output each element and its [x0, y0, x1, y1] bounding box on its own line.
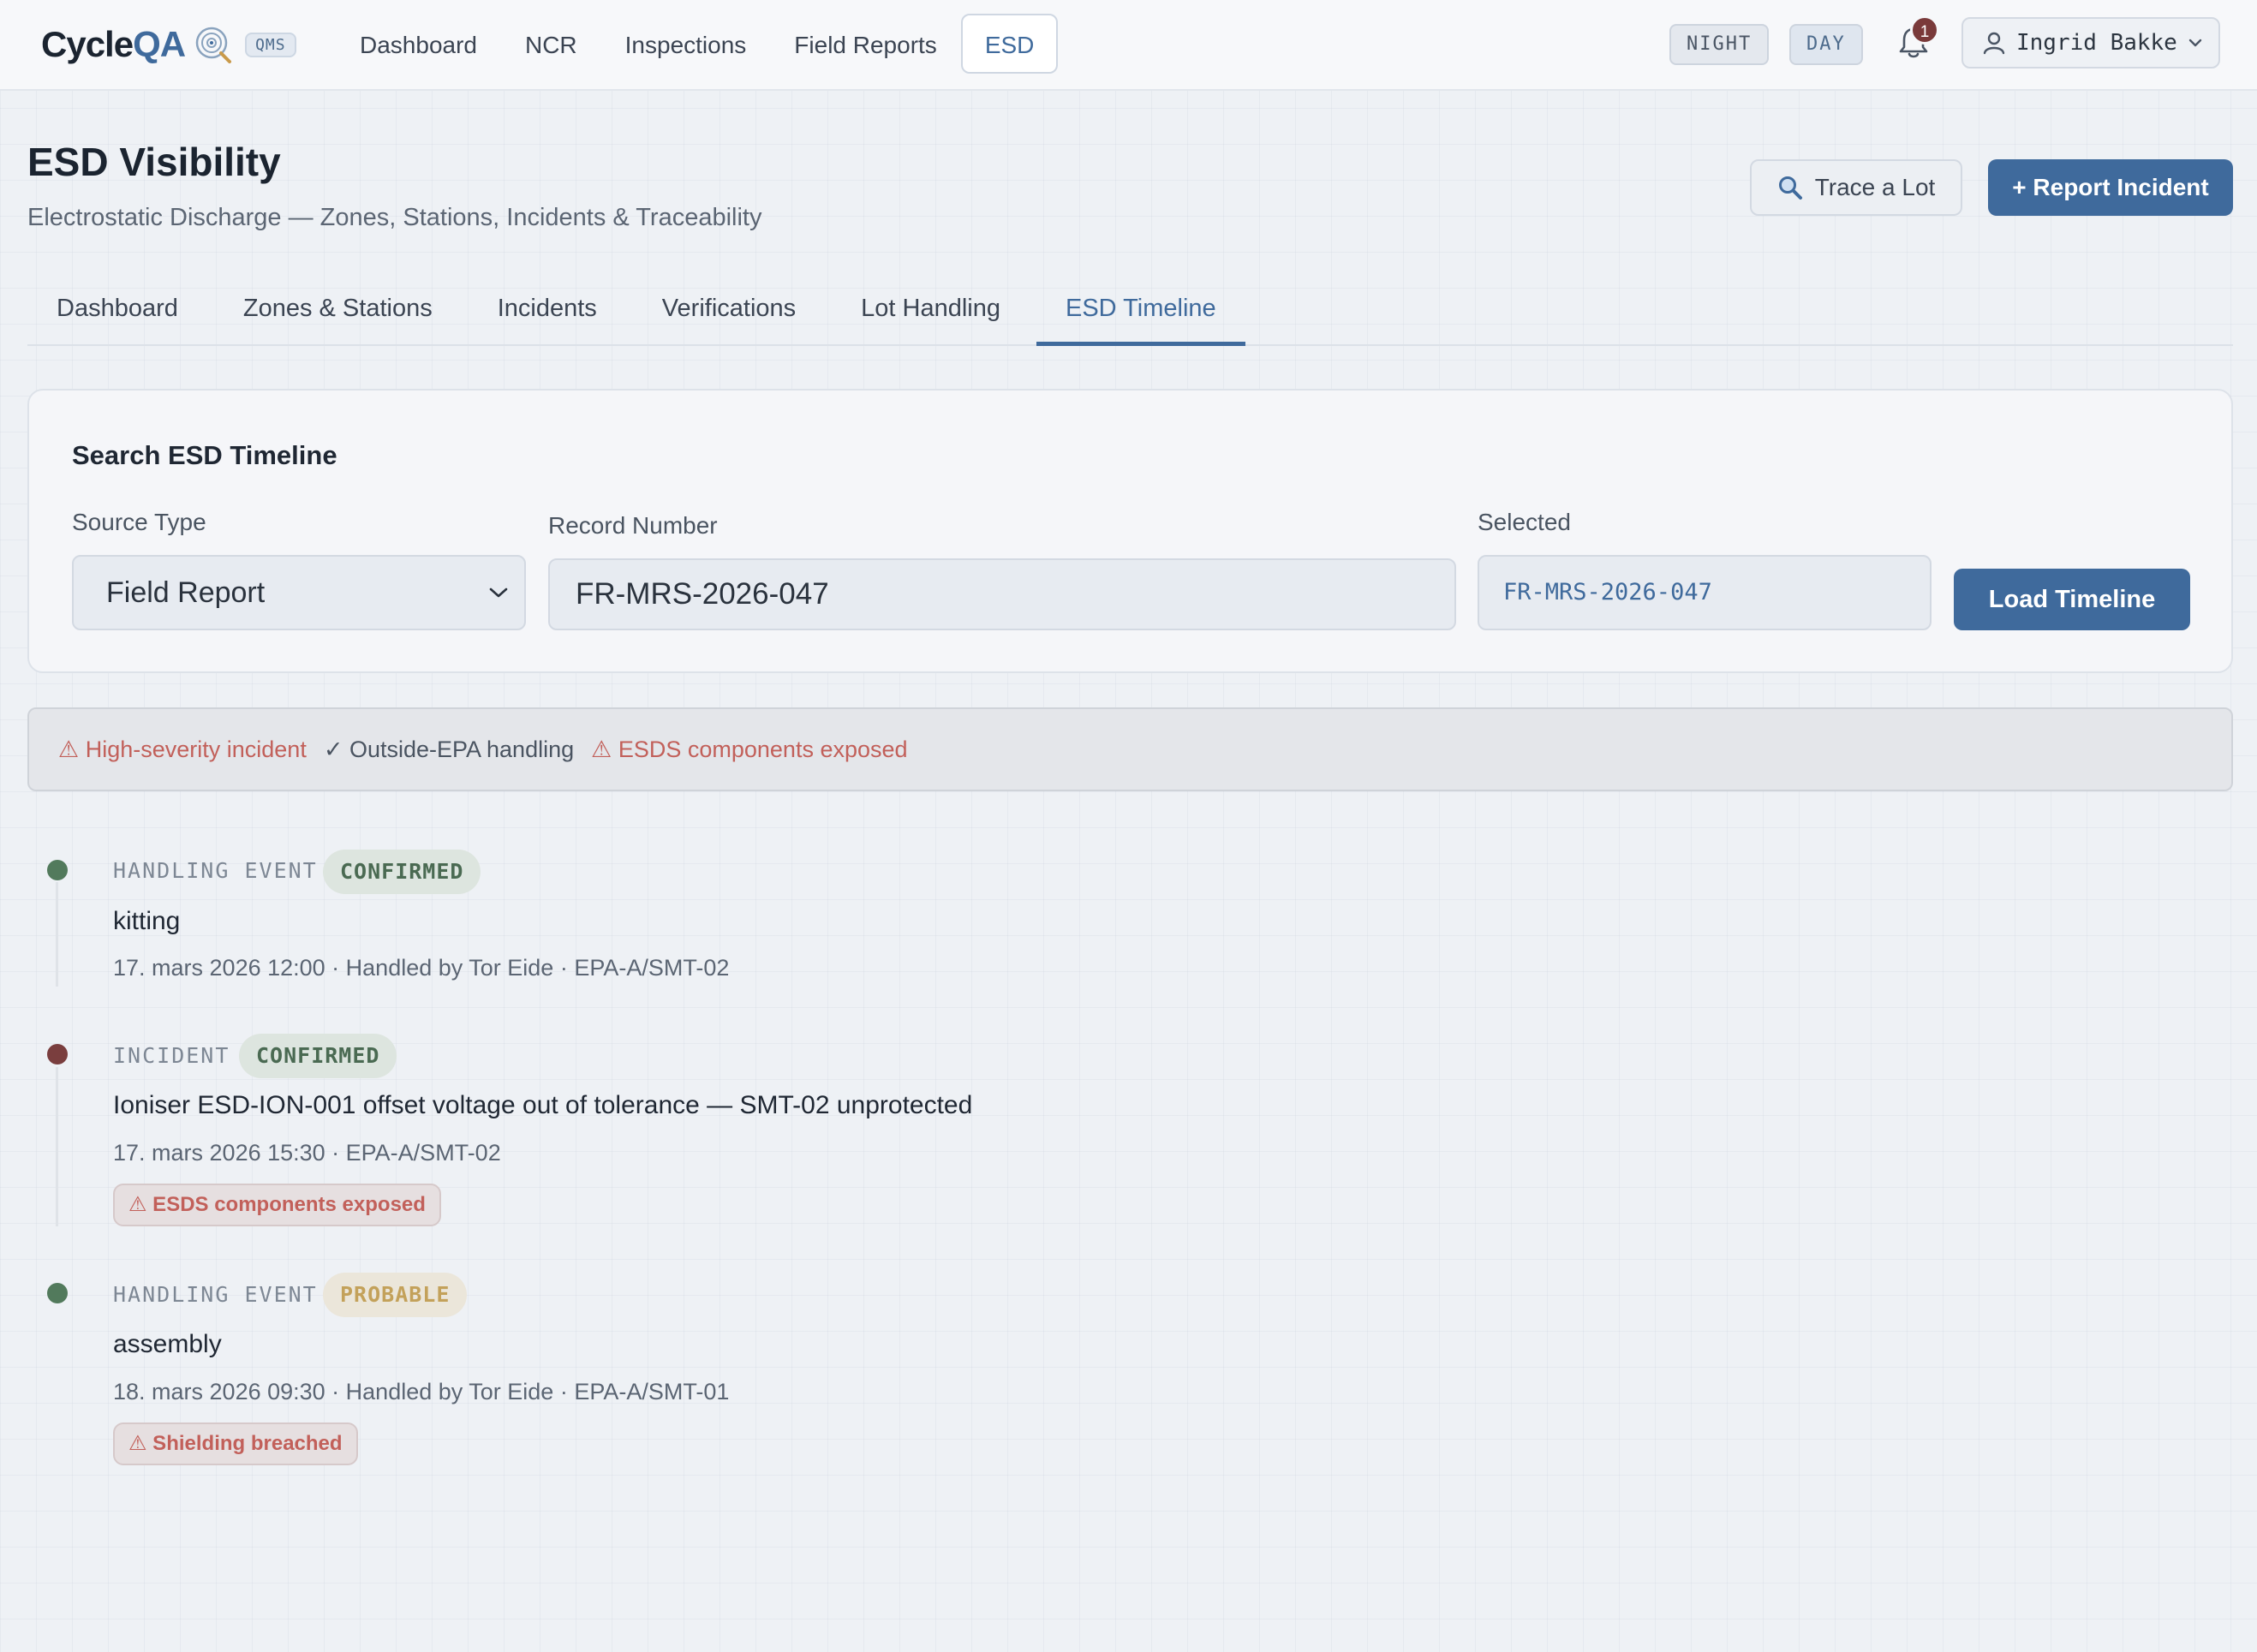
timeline-dot: [47, 1283, 68, 1303]
exposure-warning-badge: ⚠ ESDS components exposed: [113, 1184, 441, 1226]
page-title: ESD Visibility: [27, 140, 281, 184]
brand-logo[interactable]: CycleQA QMS: [41, 21, 296, 69]
selected-label: Selected: [1478, 509, 1571, 535]
nav-ncr[interactable]: NCR: [501, 14, 601, 74]
night-mode-button[interactable]: NIGHT: [1669, 24, 1770, 65]
tab-verifications[interactable]: Verifications: [633, 276, 825, 346]
esd-tabs: Dashboard Zones & Stations Incidents Ver…: [27, 276, 2233, 346]
trace-lot-label: Trace a Lot: [1814, 174, 1936, 200]
timeline-entry-meta: 18. mars 2026 09:30 · Handled by Tor Eid…: [113, 1379, 730, 1404]
flag-outside-epa: ✓ Outside-EPA handling: [323, 736, 575, 762]
source-type-label: Source Type: [72, 509, 206, 535]
timeline-entry-meta: 17. mars 2026 15:30 · EPA-A/SMT-02: [113, 1140, 501, 1166]
status-badge: CONFIRMED: [323, 850, 481, 894]
main-nav: Dashboard NCR Inspections Field Reports …: [336, 14, 1059, 74]
status-badge: PROBABLE: [323, 1273, 468, 1317]
timeline-entry-title: kitting: [113, 907, 181, 935]
timeline-dot: [47, 860, 68, 880]
timeline-connector: [56, 882, 58, 987]
report-incident-button[interactable]: + Report Incident: [1988, 159, 2233, 216]
risk-flags-bar: ⚠ High-severity incident ✓ Outside-EPA h…: [27, 707, 2233, 791]
load-timeline-button[interactable]: Load Timeline: [1954, 569, 2190, 630]
top-navigation-bar: CycleQA QMS Dashboard NCR Inspections Fi…: [0, 0, 2257, 91]
nav-esd[interactable]: ESD: [960, 14, 1059, 74]
source-type-value: Field Report: [106, 576, 266, 609]
search-icon: [1778, 176, 1802, 200]
timeline-connector: [56, 1067, 58, 1226]
trace-lot-button[interactable]: Trace a Lot: [1750, 159, 1962, 216]
tab-incidents[interactable]: Incidents: [469, 276, 626, 346]
nav-field-reports[interactable]: Field Reports: [770, 14, 961, 74]
user-menu-button[interactable]: Ingrid Bakke: [1961, 17, 2220, 69]
record-number-label: Record Number: [548, 512, 718, 539]
magnifier-target-icon: [195, 27, 232, 63]
tab-dashboard[interactable]: Dashboard: [27, 276, 207, 346]
search-timeline-card: Search ESD Timeline Source Type Field Re…: [27, 389, 2233, 673]
brand-name: CycleQA: [41, 24, 186, 64]
user-icon: [1983, 32, 2005, 55]
selected-record-value: FR-MRS-2026-047: [1478, 555, 1932, 630]
tab-esd-timeline[interactable]: ESD Timeline: [1036, 276, 1245, 346]
tab-zones-stations[interactable]: Zones & Stations: [214, 276, 462, 346]
chevron-down-icon: [489, 587, 508, 598]
qms-badge: QMS: [245, 32, 296, 57]
timeline-entry-kind: HANDLING EVENT: [113, 1282, 318, 1307]
page-subtitle: Electrostatic Discharge — Zones, Station…: [27, 204, 762, 231]
timeline-entry-kind: HANDLING EVENT: [113, 858, 318, 883]
timeline-dot: [47, 1044, 68, 1065]
timeline-entry-title: assembly: [113, 1330, 222, 1358]
source-type-select[interactable]: Field Report: [72, 555, 526, 630]
timeline-entry-kind: INCIDENT: [113, 1043, 230, 1068]
user-name: Ingrid Bakke: [2016, 30, 2177, 56]
day-mode-button[interactable]: DAY: [1789, 24, 1863, 65]
flag-high-severity: ⚠ High-severity incident: [58, 736, 307, 762]
record-number-input[interactable]: [548, 558, 1456, 630]
nav-inspections[interactable]: Inspections: [601, 14, 771, 74]
shielding-warning-badge: ⚠ Shielding breached: [113, 1422, 358, 1465]
nav-dashboard[interactable]: Dashboard: [336, 14, 501, 74]
flag-esds-exposed: ⚠ ESDS components exposed: [591, 736, 908, 762]
card-title: Search ESD Timeline: [72, 440, 337, 470]
timeline-entry-title: Ioniser ESD-ION-001 offset voltage out o…: [113, 1091, 973, 1119]
chevron-down-icon: [2188, 39, 2202, 47]
notification-count-badge: 1: [1910, 15, 1939, 45]
tab-lot-handling[interactable]: Lot Handling: [832, 276, 1030, 346]
timeline-entry-meta: 17. mars 2026 12:00 · Handled by Tor Eid…: [113, 955, 730, 981]
status-badge: CONFIRMED: [239, 1034, 397, 1078]
